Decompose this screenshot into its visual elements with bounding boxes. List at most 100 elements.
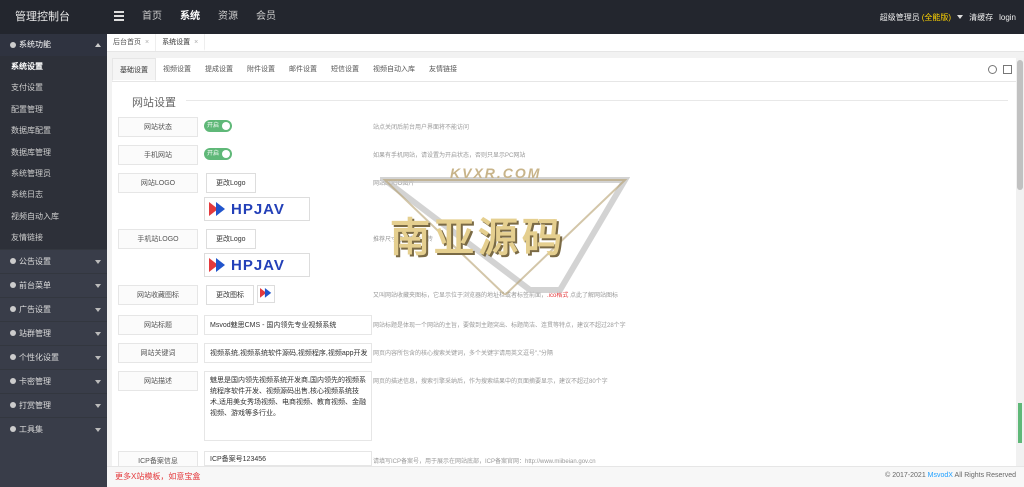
change-mobile-logo-button[interactable]: 更改Logo [206,229,256,249]
sidebar-group-tools[interactable]: 工具集 [0,416,107,441]
user-area: 超级管理员 (全能版) 清缓存 login [874,0,1016,34]
topnav-system[interactable]: 系统 [171,0,209,34]
site-status-toggle[interactable]: 开启 [204,120,232,132]
description-textarea[interactable]: 魅思是国内领先视频系统开发商,国内领先的视频系统程序软件开发、视频源码出售,核心… [204,371,372,441]
field-label: 网站描述 [118,371,198,391]
field-hint: 又叫网站收藏夹图标，它显示位于浏览器的地址栏或者标签前面，.ico格式 点此了解… [373,290,618,299]
logout-link[interactable]: login [999,13,1016,22]
subtab-auto-import[interactable]: 视频自动入库 [366,58,422,81]
user-menu[interactable]: 超级管理员 (全能版) [879,12,964,23]
sidebar-group-label: 前台菜单 [19,280,51,290]
subtab-basic[interactable]: 基础设置 [112,58,156,81]
sidebar-item-config[interactable]: 配置管理 [0,99,107,120]
field-label: 网站状态 [118,117,198,137]
chevron-up-icon [95,43,101,47]
logo-text: HPJAV [231,256,285,274]
panel-tools [982,65,1012,74]
subtab-attachment[interactable]: 附件设置 [240,58,282,81]
sidebar-group-sites[interactable]: 站群管理 [0,320,107,345]
change-logo-button[interactable]: 更改Logo [206,173,256,193]
subtab-sms[interactable]: 短信设置 [324,58,366,81]
sidebar-item-admins[interactable]: 系统管理员 [0,163,107,184]
footer: 更多X站模板，如意宝盒 © 2017-2021 MsvodX All Right… [107,466,1024,487]
favicon-help-link[interactable]: 点此了解网站图标 [570,293,618,299]
subtab-commission[interactable]: 提成设置 [198,58,240,81]
sidebar-item-db-manage[interactable]: 数据库管理 [0,142,107,163]
site-title-input[interactable]: Msvod魅思CMS - 国内领先专业视频系统 [204,315,372,335]
close-icon[interactable]: × [194,39,198,46]
subtab-links[interactable]: 友情链接 [422,58,464,81]
menu-toggle-icon[interactable] [114,11,124,21]
mobile-site-toggle[interactable]: 开启 [204,148,232,160]
sidebar-group-cards[interactable]: 卡密管理 [0,368,107,393]
sidebar-item-links[interactable]: 友情链接 [0,227,107,248]
sidebar-item-auto-import[interactable]: 视频自动入库 [0,206,107,227]
field-label: 手机站LOGO [118,229,198,249]
sidebar-group-notice[interactable]: 公告设置 [0,248,107,273]
sidebar-group-frontmenu[interactable]: 前台菜单 [0,272,107,297]
scrollbar-thumb[interactable] [1017,60,1023,190]
field-label: 网站关键词 [118,343,198,363]
icp-input[interactable]: ICP备案号123456 [204,451,372,466]
tab-home[interactable]: 后台首页 × [107,34,157,51]
scrollbar[interactable] [1016,58,1024,466]
chevron-down-icon [95,379,101,384]
topnav-home[interactable]: 首页 [133,0,171,34]
sidebar-group-tips[interactable]: 打赏管理 [0,392,107,417]
sidebar-group-ads[interactable]: 广告设置 [0,296,107,321]
tab-system-settings[interactable]: 系统设置 × [156,34,206,51]
card-icon [10,378,16,385]
copyright-text: © 2017-2021 [885,472,926,479]
chevron-down-icon [95,259,101,264]
change-favicon-button[interactable]: 更改图标 [206,285,254,305]
scroll-marker [1018,403,1022,443]
brand-link[interactable]: MsvodX [928,472,953,479]
sidebar-group-label: 工具集 [19,424,43,434]
footer-promo-link[interactable]: 更多X站模板，如意宝盒 [115,471,200,482]
field-hint: 网页的描述信息，搜索引擎采纳后，作为搜索结果中的页面摘要显示，建议不超过80个字 [373,379,608,385]
favicon-preview [257,285,275,303]
fullscreen-icon[interactable] [1003,65,1012,74]
mobile-logo-preview: HPJAV [204,253,310,277]
sidebar-item-payment[interactable]: 支付设置 [0,77,107,98]
top-nav: 首页 系统 资源 会员 [133,0,285,34]
user-icon [10,354,16,361]
chevron-down-icon [957,15,964,20]
section-divider [186,100,1008,101]
logo-mark-icon [209,202,227,216]
hint-red: .ico格式 [547,293,569,299]
app-title: 管理控制台 [15,11,70,23]
logo-mark-icon [209,258,227,272]
field-hint: 如果有手机网站，请设置为开启状态，否则只显示PC网站 [373,153,526,159]
sidebar-group-label: 卡密管理 [19,376,51,386]
sidebar-submenu: 系统设置 支付设置 配置管理 数据库配置 数据库管理 系统管理员 系统日志 视频… [0,56,107,249]
subtab-video[interactable]: 视频设置 [156,58,198,81]
keywords-input[interactable]: 视频系统,视频系统软件源码,视频程序,视频app开发 [204,343,372,363]
refresh-icon[interactable] [988,65,997,74]
sites-icon [10,330,16,337]
sidebar-item-db-config[interactable]: 数据库配置 [0,120,107,141]
wrench-icon [10,426,16,433]
close-icon[interactable]: × [145,39,149,46]
chevron-down-icon [95,331,101,336]
chevron-down-icon [95,427,101,432]
field-label: 网站标题 [118,315,198,335]
notice-icon [10,258,16,265]
field-hint: 网页内容所包含的核心搜索关键词，多个关键字请用英文逗号","分隔 [373,351,553,357]
chevron-down-icon [95,283,101,288]
user-name: 超级管理员 [879,12,920,22]
sidebar-section-system[interactable]: 系统功能 [0,34,107,56]
clear-cache-link[interactable]: 清缓存 [969,12,993,23]
sidebar-item-logs[interactable]: 系统日志 [0,184,107,205]
menu-icon [10,282,16,289]
subtab-mail[interactable]: 邮件设置 [282,58,324,81]
sidebar-group-personalize[interactable]: 个性化设置 [0,344,107,369]
chevron-down-icon [95,403,101,408]
topnav-members[interactable]: 会员 [247,0,285,34]
topnav-resources[interactable]: 资源 [209,0,247,34]
chevron-down-icon [95,355,101,360]
logo-text: HPJAV [231,200,285,218]
ad-icon [10,306,16,313]
sidebar-item-system-settings[interactable]: 系统设置 [0,56,107,77]
top-bar: 管理控制台 首页 系统 资源 会员 超级管理员 (全能版) 清缓存 login [0,0,1024,34]
